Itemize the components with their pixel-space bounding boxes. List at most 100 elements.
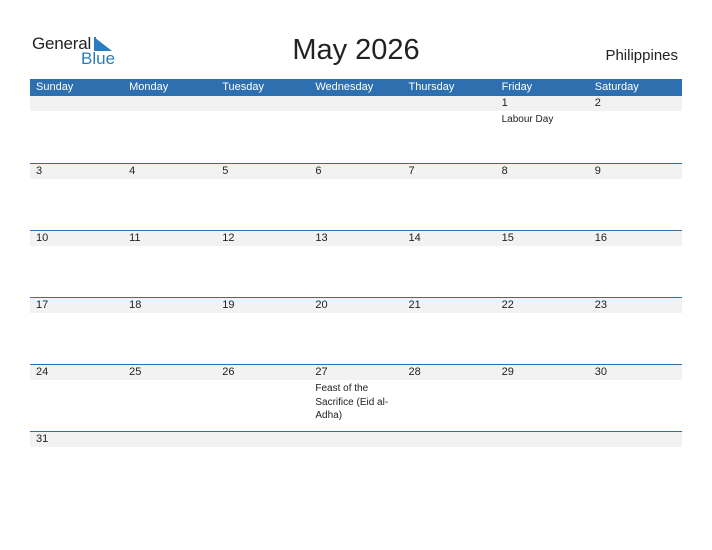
day-cell [309,96,402,127]
weekday-monday: Monday [129,81,169,93]
day-number: 29 [501,366,514,378]
day-number: 7 [408,165,415,177]
day-cell: 20 [309,298,402,313]
day-cell: 30 [589,365,682,423]
week-row: 24 25 26 27 Feast of the Sacrifice (Eid al-A… [30,364,682,431]
day-number [315,432,402,447]
day-cell: 1 Labour Day [496,96,589,127]
day-number: 26 [222,366,235,378]
day-number: 18 [129,299,142,311]
weekday-tuesday: Tuesday [222,81,265,93]
day-number: 1 [501,97,508,109]
day-cell: 14 [403,231,496,246]
day-number: 4 [129,165,136,177]
day-number [36,96,123,111]
week-cells: 3 4 5 6 7 8 9 [30,164,682,179]
day-number: 9 [594,165,601,177]
week-row: 31 [30,431,682,498]
day-number [502,432,589,447]
day-cell [216,96,309,127]
day-number: 15 [501,232,514,244]
week-row: 3 4 5 6 7 8 9 [30,163,682,230]
day-cell: 17 [30,298,123,313]
day-cell: 21 [403,298,496,313]
day-cell [216,432,309,447]
day-number: 11 [129,232,141,244]
day-number: 20 [315,299,328,311]
day-number: 12 [222,232,235,244]
day-cell: 28 [403,365,496,423]
day-number: 21 [408,299,421,311]
day-cell: 10 [30,231,123,246]
day-cell: 12 [216,231,309,246]
day-number [595,432,682,447]
day-cell: 5 [216,164,309,179]
day-number: 30 [594,366,607,378]
day-cell [123,96,216,127]
week-cells: 10 11 12 13 14 15 16 [30,231,682,246]
day-number: 19 [222,299,235,311]
day-number: 31 [36,433,49,445]
day-number: 6 [315,165,322,177]
day-cell: 2 [589,96,682,127]
day-cell: 6 [309,164,402,179]
day-cell: 31 [30,432,123,447]
week-row: 1 Labour Day 2 [30,96,682,163]
day-cell: 26 [216,365,309,423]
day-cell [123,432,216,447]
day-number: 16 [594,232,607,244]
day-cell: 24 [30,365,123,423]
day-cell: 8 [496,164,589,179]
day-cell [309,432,402,447]
weekday-header: Sunday Monday Tuesday Wednesday Thursday… [30,79,682,96]
day-number: 5 [222,165,229,177]
day-number: 14 [408,232,421,244]
weekday-sunday: Sunday [36,81,74,93]
day-number: 10 [36,232,49,244]
week-cells: 17 18 19 20 21 22 23 [30,298,682,313]
day-cell: 27 Feast of the Sacrifice (Eid al-Adha) [309,365,402,423]
day-number [129,432,216,447]
weeks-container: 1 Labour Day 2 3 4 5 6 7 8 9 10 11 12 13 14 15 16 17 18 19 2… [30,96,682,498]
holiday-label: Labour Day [501,114,554,125]
day-cell: 22 [496,298,589,313]
day-number [315,96,402,111]
day-cell: 3 [30,164,123,179]
day-cell: 15 [496,231,589,246]
day-number: 2 [594,97,601,109]
day-number: 27 [315,366,328,378]
day-number: 22 [501,299,514,311]
day-cell: 13 [309,231,402,246]
day-cell: 4 [123,164,216,179]
week-row: 17 18 19 20 21 22 23 [30,297,682,364]
day-cell: 11 [123,231,216,246]
day-number: 24 [36,366,49,378]
calendar-grid: Sunday Monday Tuesday Wednesday Thursday… [30,79,682,498]
day-number [222,432,309,447]
week-cells: 31 [30,432,682,447]
day-cell: 7 [403,164,496,179]
day-cell: 23 [589,298,682,313]
day-cell: 16 [589,231,682,246]
day-number: 17 [36,299,49,311]
day-number: 13 [315,232,328,244]
country-label: Philippines [605,47,678,64]
day-cell [589,432,682,447]
day-number: 25 [129,366,142,378]
weekday-saturday: Saturday [594,81,639,93]
weekday-wednesday: Wednesday [315,81,374,93]
day-cell: 29 [496,365,589,423]
day-number [409,432,496,447]
holiday-label: Feast of the Sacrifice (Eid al-Adha) [315,383,389,421]
day-number: 23 [594,299,607,311]
day-number: 28 [408,366,421,378]
weekday-friday: Friday [501,81,533,93]
day-cell [403,96,496,127]
day-cell: 19 [216,298,309,313]
day-cell: 18 [123,298,216,313]
day-number [129,96,216,111]
day-cell: 25 [123,365,216,423]
week-cells: 24 25 26 27 Feast of the Sacrifice (Eid al-A… [30,365,682,423]
week-row: 10 11 12 13 14 15 16 [30,230,682,297]
week-cells: 1 Labour Day 2 [30,96,682,127]
